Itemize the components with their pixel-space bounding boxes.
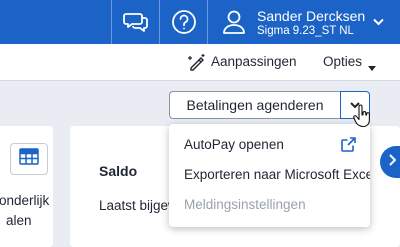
- hand-cursor-icon: [353, 104, 371, 133]
- options-button[interactable]: Opties: [323, 54, 362, 69]
- user-name: Sander Dercksen: [257, 8, 366, 24]
- menu-item-autopay[interactable]: AutoPay openen: [184, 137, 284, 152]
- user-icon: [222, 9, 246, 35]
- user-menu[interactable]: Sander Dercksen Sigma 9.23_ST NL: [207, 0, 400, 44]
- left-card-line1: onderlijk: [0, 193, 50, 208]
- external-link-icon: [341, 137, 356, 157]
- left-card-line2: alen: [6, 213, 32, 228]
- chat-button[interactable]: [111, 0, 160, 44]
- schedule-payments-button[interactable]: Betalingen agenderen: [169, 91, 340, 119]
- balance-title: Saldo: [99, 163, 138, 179]
- help-button[interactable]: [159, 0, 208, 44]
- calendar-grid-icon: [19, 148, 39, 170]
- chat-icon: [123, 10, 149, 34]
- help-icon: [171, 9, 197, 35]
- customizations-button[interactable]: Aanpassingen: [211, 54, 297, 69]
- user-subtitle: Sigma 9.23_ST NL: [257, 25, 354, 37]
- schedule-dropdown-menu: AutoPay openen Exporteren naar Microsoft…: [169, 124, 370, 227]
- schedule-payments-label: Betalingen agenderen: [186, 97, 324, 113]
- calendar-button[interactable]: [10, 143, 48, 175]
- menu-item-notification-settings: Meldingsinstellingen: [184, 197, 306, 212]
- top-bar: Sander Dercksen Sigma 9.23_ST NL: [0, 0, 400, 44]
- customize-icon: [188, 53, 206, 76]
- menu-item-export-excel[interactable]: Exporteren naar Microsoft Excel: [184, 167, 370, 182]
- chevron-down-icon: [373, 18, 384, 26]
- chevron-right-icon: [388, 153, 396, 171]
- caret-down-icon: [368, 59, 376, 77]
